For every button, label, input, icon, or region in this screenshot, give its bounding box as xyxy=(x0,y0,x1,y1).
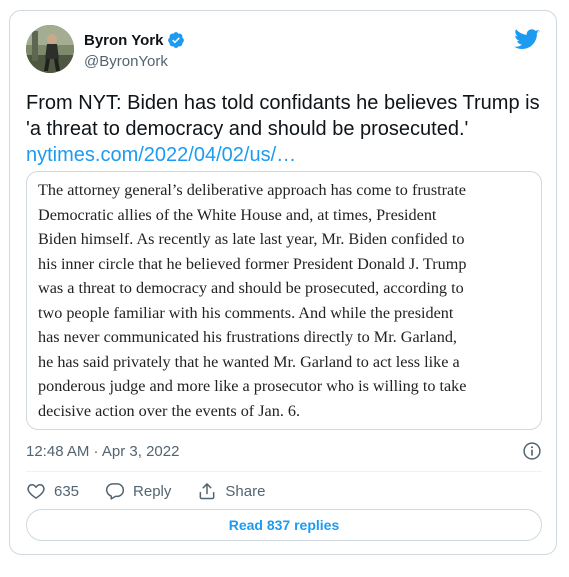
read-replies-button[interactable]: Read 837 replies xyxy=(26,509,542,541)
quote-line: ponderous judge and more like a prosecut… xyxy=(38,377,467,395)
quote-line: decisive action over the events of Jan. … xyxy=(38,401,301,420)
quoted-article-image[interactable]: The attorney general’s deliberative appr… xyxy=(26,171,542,430)
tweet-link[interactable]: nytimes.com/2022/04/02/us/… xyxy=(26,142,542,168)
like-button[interactable]: 635 xyxy=(26,481,79,501)
author-display-name[interactable]: Byron York xyxy=(84,32,163,49)
avatar[interactable] xyxy=(26,25,74,73)
reply-label: Reply xyxy=(133,482,172,500)
share-label: Share xyxy=(225,482,266,500)
quote-line: he has said privately that he wanted Mr.… xyxy=(38,352,460,371)
author-name-row[interactable]: Byron York xyxy=(84,31,185,49)
divider xyxy=(26,471,542,472)
quote-line: was a threat to democracy and should be … xyxy=(38,279,464,297)
heart-icon xyxy=(27,484,45,499)
info-icon[interactable] xyxy=(522,441,542,461)
tweet-card[interactable]: Byron York @ByronYork From NYT: Biden ha… xyxy=(9,10,557,555)
author-handle[interactable]: @ByronYork xyxy=(84,53,168,70)
tweet-text: From NYT: Biden has told confidants he b… xyxy=(26,92,540,140)
like-count: 635 xyxy=(54,482,80,500)
quote-line: The attorney general’s deliberative appr… xyxy=(38,181,466,199)
share-button[interactable]: Share xyxy=(197,481,265,501)
timestamp[interactable]: 12:48 AM · Apr 3, 2022 xyxy=(26,443,179,460)
avatar-photo xyxy=(26,25,74,73)
quote-line: has never communicated his frustrations … xyxy=(38,328,457,346)
verified-badge-icon xyxy=(167,31,185,49)
quote-line: his inner circle that he believed former… xyxy=(38,254,467,273)
quote-line: Democratic allies of the White House and… xyxy=(38,205,437,224)
reply-bubble-icon xyxy=(105,483,125,500)
quote-line: Biden himself. As recently as late last … xyxy=(38,230,465,248)
action-bar: 635 Reply Share xyxy=(26,479,291,503)
quote-line: two people familiar with his comments. A… xyxy=(38,303,454,322)
twitter-bird-icon[interactable] xyxy=(514,29,540,51)
reply-button[interactable]: Reply xyxy=(105,481,171,501)
quoted-article-text: The attorney general’s deliberative appr… xyxy=(38,178,534,423)
tweet-meta-row: 12:48 AM · Apr 3, 2022 xyxy=(26,439,542,463)
tweet-body: From NYT: Biden has told confidants he b… xyxy=(26,90,542,168)
share-upload-icon xyxy=(199,483,215,500)
